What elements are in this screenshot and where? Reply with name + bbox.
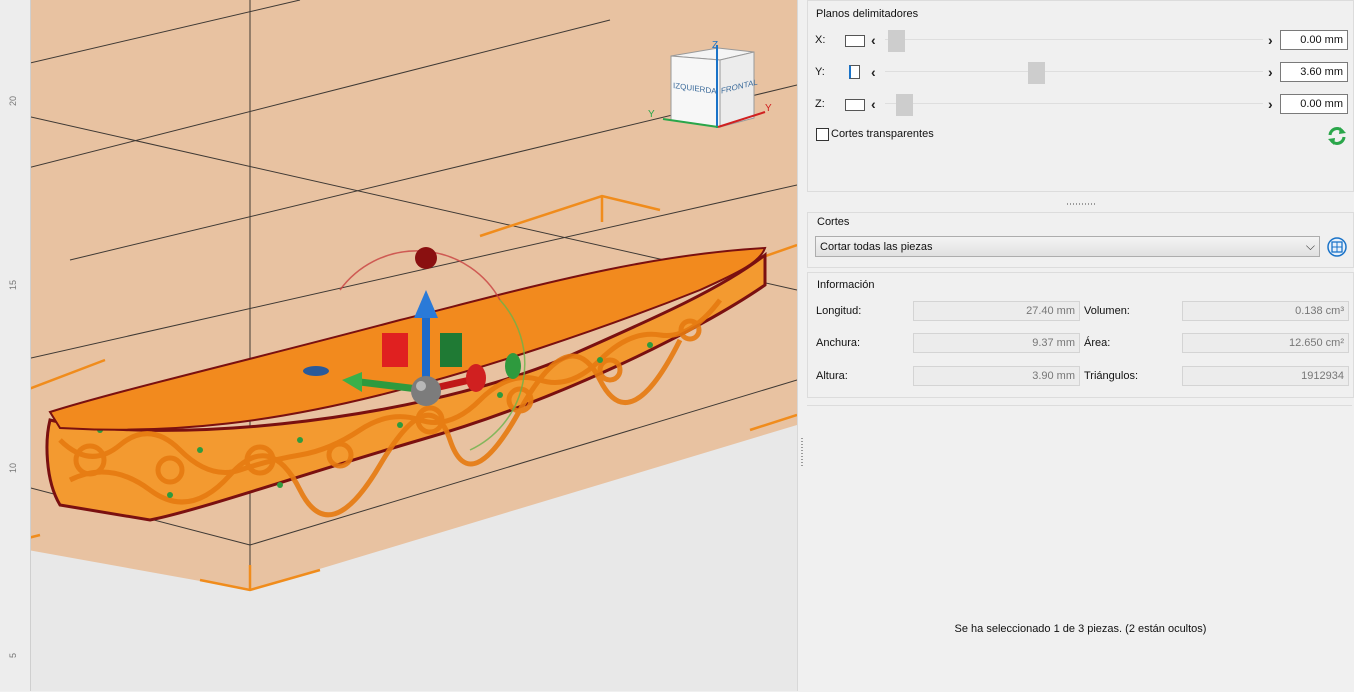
ruler-tick-label: 5 bbox=[8, 652, 18, 658]
transparent-cuts-label[interactable]: Cortes transparentes bbox=[831, 128, 934, 140]
info-group: Información Longitud: 27.40 mm Volumen: … bbox=[807, 272, 1354, 398]
view-cube-axis-z: Z bbox=[712, 40, 719, 51]
properties-panel: Planos delimitadores X: ‹ › 0.00 mm Y: ‹… bbox=[807, 0, 1354, 691]
axis-row-y: Y: ‹ › 3.60 mm bbox=[815, 62, 1351, 84]
x-value-input[interactable]: 0.00 mm bbox=[1280, 30, 1348, 50]
z-value-input[interactable]: 0.00 mm bbox=[1280, 94, 1348, 114]
length-label: Longitud: bbox=[816, 305, 862, 317]
slider-y-increase-button[interactable]: › bbox=[1268, 64, 1273, 80]
axis-label-y: Y: bbox=[815, 66, 825, 78]
plane-y-icon bbox=[849, 65, 860, 79]
slider-x-decrease-button[interactable]: ‹ bbox=[871, 32, 876, 48]
cut-mode-selected-value: Cortar todas las piezas bbox=[820, 241, 933, 253]
cut-mode-select[interactable]: Cortar todas las piezas ⌵ bbox=[815, 236, 1320, 257]
info-title: Información bbox=[817, 279, 875, 291]
axis-row-z: Z: ‹ › 0.00 mm bbox=[815, 94, 1351, 116]
height-label: Altura: bbox=[816, 370, 848, 382]
area-value: 12.650 cm² bbox=[1182, 333, 1349, 353]
panel-resize-grip[interactable] bbox=[1067, 203, 1097, 205]
selection-status-text: Se ha seleccionado 1 de 3 piezas. (2 est… bbox=[954, 623, 1207, 635]
triangles-value: 1912934 bbox=[1182, 366, 1349, 386]
height-value: 3.90 mm bbox=[913, 366, 1080, 386]
ruler-tick-label: 10 bbox=[8, 462, 18, 473]
volume-value: 0.138 cm³ bbox=[1182, 301, 1349, 321]
plane-z-icon bbox=[845, 99, 865, 111]
vertical-ruler: 20 15 10 5 bbox=[0, 0, 31, 691]
bounding-planes-group: Planos delimitadores X: ‹ › 0.00 mm Y: ‹… bbox=[807, 0, 1354, 192]
ruler-tick-label: 15 bbox=[8, 279, 18, 290]
slider-x-track[interactable] bbox=[885, 39, 1263, 40]
slider-y-thumb[interactable] bbox=[1028, 62, 1045, 84]
plane-x-icon bbox=[845, 35, 865, 47]
transparent-cuts-checkbox[interactable] bbox=[816, 128, 829, 141]
width-value: 9.37 mm bbox=[913, 333, 1080, 353]
3d-viewport[interactable]: IZQUIERDA FRONTAL Z Y Y 20 15 10 5 bbox=[0, 0, 797, 691]
cut-preview-icon[interactable] bbox=[1326, 236, 1348, 258]
axis-label-x: X: bbox=[815, 34, 826, 46]
axis-label-z: Z: bbox=[815, 98, 825, 110]
axis-row-x: X: ‹ › 0.00 mm bbox=[815, 30, 1351, 52]
length-value: 27.40 mm bbox=[913, 301, 1080, 321]
slider-z-decrease-button[interactable]: ‹ bbox=[871, 96, 876, 112]
cuts-title: Cortes bbox=[817, 216, 850, 228]
refresh-icon[interactable] bbox=[1326, 125, 1348, 147]
splitter-grip[interactable] bbox=[801, 438, 803, 468]
view-cube-axis-x: Y bbox=[765, 103, 772, 114]
chevron-down-icon: ⌵ bbox=[1305, 239, 1315, 253]
bounding-planes-title: Planos delimitadores bbox=[816, 8, 919, 20]
slider-z-increase-button[interactable]: › bbox=[1268, 96, 1273, 112]
area-label: Área: bbox=[1084, 337, 1111, 349]
view-cube-axis-y: Y bbox=[648, 109, 655, 120]
selection-list-area bbox=[807, 405, 1352, 692]
slider-x-increase-button[interactable]: › bbox=[1268, 32, 1273, 48]
width-label: Anchura: bbox=[816, 337, 861, 349]
volume-label: Volumen: bbox=[1084, 305, 1130, 317]
triangles-label: Triángulos: bbox=[1084, 370, 1139, 382]
slider-y-decrease-button[interactable]: ‹ bbox=[871, 64, 876, 80]
slider-y-track[interactable] bbox=[885, 71, 1263, 72]
slider-z-track[interactable] bbox=[885, 103, 1263, 104]
slider-x-thumb[interactable] bbox=[888, 30, 905, 52]
ruler-tick-label: 20 bbox=[8, 95, 18, 106]
scene-canvas[interactable] bbox=[0, 0, 797, 691]
slider-z-thumb[interactable] bbox=[896, 94, 913, 116]
y-value-input[interactable]: 3.60 mm bbox=[1280, 62, 1348, 82]
